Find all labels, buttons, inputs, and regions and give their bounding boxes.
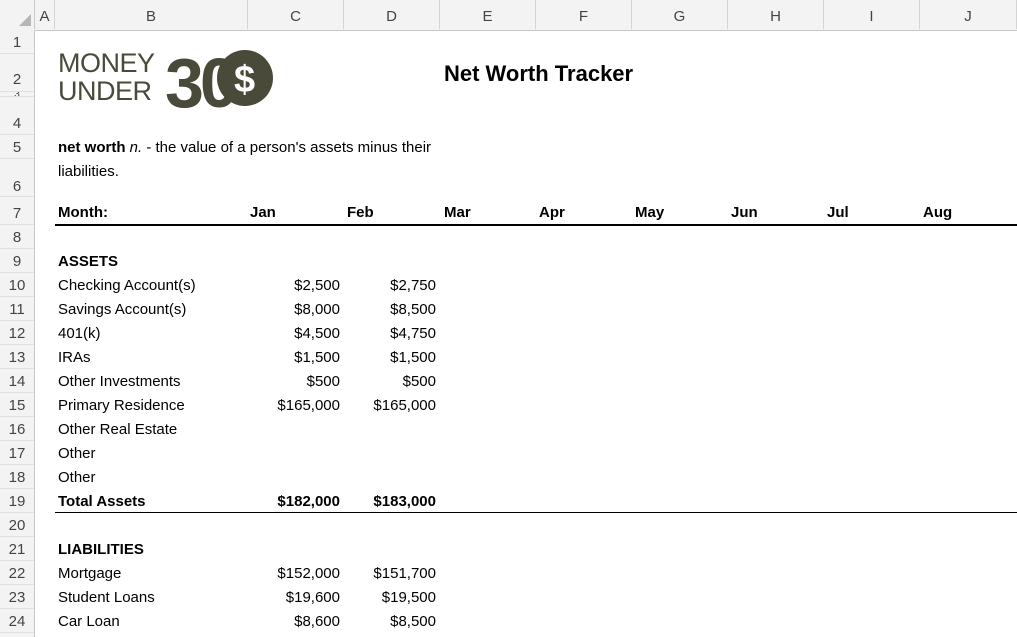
total-assets-feb: $183,000 bbox=[373, 493, 436, 510]
month-row-border bbox=[55, 224, 1017, 226]
money-under-30-logo: MONEY UNDER 30 $ bbox=[58, 44, 273, 112]
asset-value-feb: $4,750 bbox=[390, 325, 436, 342]
column-header-j[interactable]: J bbox=[920, 0, 1017, 29]
liability-value-jan: $19,600 bbox=[285, 589, 340, 606]
month-header-jul: Jul bbox=[827, 204, 849, 221]
asset-value-jan: $8,000 bbox=[294, 301, 340, 318]
asset-value-feb: $8,500 bbox=[390, 301, 436, 318]
asset-value-jan: $500 bbox=[306, 373, 340, 390]
column-header-a[interactable]: A bbox=[35, 0, 55, 29]
net-worth-definition: net worth n. - the value of a person's a… bbox=[58, 136, 478, 184]
asset-label: Other bbox=[58, 445, 96, 462]
liability-value-feb: $19,500 bbox=[381, 589, 436, 606]
row-header[interactable]: 22 bbox=[0, 561, 34, 585]
select-all-corner[interactable] bbox=[0, 0, 35, 29]
column-header-f[interactable]: F bbox=[536, 0, 632, 29]
row-header[interactable]: 18 bbox=[0, 465, 34, 489]
column-header-e[interactable]: E bbox=[440, 0, 536, 29]
month-header-apr: Apr bbox=[539, 204, 565, 221]
asset-value-jan: $165,000 bbox=[277, 397, 340, 414]
total-assets-jan: $182,000 bbox=[277, 493, 340, 510]
row-header[interactable]: 14 bbox=[0, 369, 34, 393]
asset-label: IRAs bbox=[58, 349, 91, 366]
definition-term: net worth bbox=[58, 139, 126, 156]
asset-label: Checking Account(s) bbox=[58, 277, 196, 294]
row-header[interactable]: 16 bbox=[0, 417, 34, 441]
liability-label: Student Loans bbox=[58, 589, 155, 606]
row-header[interactable]: 2 bbox=[0, 54, 34, 92]
logo-line2-text: UNDER bbox=[58, 76, 152, 106]
total-assets-label: Total Assets bbox=[58, 493, 146, 510]
month-header-feb: Feb bbox=[347, 204, 374, 221]
row-header[interactable]: 23 bbox=[0, 585, 34, 609]
row-header[interactable]: 7 bbox=[0, 201, 34, 225]
asset-value-feb: $2,750 bbox=[390, 277, 436, 294]
row-header[interactable]: 6 bbox=[0, 159, 34, 197]
asset-label: Savings Account(s) bbox=[58, 301, 187, 318]
asset-value-jan: $4,500 bbox=[294, 325, 340, 342]
row-header[interactable]: 15 bbox=[0, 393, 34, 417]
logo-line1-text: MONEY bbox=[58, 48, 155, 78]
row-header[interactable]: 4 bbox=[0, 111, 34, 135]
row-header-bar: 1 2 3 4 5 6 7 8 9 10 11 12 13 14 15 16 1… bbox=[0, 30, 35, 637]
asset-value-jan: $1,500 bbox=[294, 349, 340, 366]
asset-value-feb: $500 bbox=[402, 373, 436, 390]
month-header-aug: Aug bbox=[923, 204, 953, 221]
assets-heading: ASSETS bbox=[58, 253, 119, 270]
liability-value-feb: $151,700 bbox=[373, 565, 436, 582]
row-header[interactable]: 24 bbox=[0, 609, 34, 633]
month-header-jun: Jun bbox=[731, 204, 758, 221]
asset-label: 401(k) bbox=[58, 325, 101, 342]
row-header[interactable]: 9 bbox=[0, 249, 34, 273]
month-header-mar: Mar bbox=[444, 204, 471, 221]
column-header-i[interactable]: I bbox=[824, 0, 920, 29]
liability-value-feb: $8,500 bbox=[390, 613, 436, 630]
asset-label: Primary Residence bbox=[58, 397, 185, 414]
column-header-c[interactable]: C bbox=[248, 0, 344, 29]
liability-label: Car Loan bbox=[58, 613, 120, 630]
month-header-jan: Jan bbox=[250, 204, 276, 221]
asset-value-jan: $2,500 bbox=[294, 277, 340, 294]
asset-value-feb: $1,500 bbox=[390, 349, 436, 366]
column-header-h[interactable]: H bbox=[728, 0, 824, 29]
column-header-g[interactable]: G bbox=[632, 0, 728, 29]
row-header[interactable]: 10 bbox=[0, 273, 34, 297]
logo-dollar-icon: $ bbox=[234, 59, 255, 101]
asset-label: Other bbox=[58, 469, 96, 486]
liability-value-jan: $8,600 bbox=[294, 613, 340, 630]
row-header[interactable]: 19 bbox=[0, 489, 34, 513]
select-all-triangle-icon bbox=[19, 14, 31, 26]
row-header[interactable]: 3 bbox=[0, 92, 34, 97]
column-header-d[interactable]: D bbox=[344, 0, 440, 29]
asset-label: Other Real Estate bbox=[58, 421, 178, 438]
row-header[interactable]: 5 bbox=[0, 135, 34, 159]
liability-value-jan: $152,000 bbox=[277, 565, 340, 582]
row-header[interactable]: 20 bbox=[0, 513, 34, 537]
row-header[interactable]: 12 bbox=[0, 321, 34, 345]
column-header-b[interactable]: B bbox=[55, 0, 248, 29]
row-header[interactable]: 11 bbox=[0, 297, 34, 321]
definition-part-of-speech: n. bbox=[129, 139, 143, 156]
liability-label: Mortgage bbox=[58, 565, 122, 582]
asset-label: Other Investments bbox=[58, 373, 181, 390]
row-header[interactable]: 17 bbox=[0, 441, 34, 465]
sheet-title: Net Worth Tracker bbox=[444, 61, 634, 86]
month-label: Month: bbox=[58, 204, 108, 221]
column-header-bar: A B C D E F G H I J bbox=[0, 0, 1017, 31]
row-header[interactable]: 21 bbox=[0, 537, 34, 561]
month-header-may: May bbox=[635, 204, 665, 221]
row-header[interactable]: 8 bbox=[0, 225, 34, 249]
total-assets-border bbox=[55, 512, 1017, 513]
row-header[interactable]: 1 bbox=[0, 30, 34, 54]
liabilities-heading: LIABILITIES bbox=[58, 541, 144, 558]
row-header[interactable]: 13 bbox=[0, 345, 34, 369]
asset-value-feb: $165,000 bbox=[373, 397, 436, 414]
